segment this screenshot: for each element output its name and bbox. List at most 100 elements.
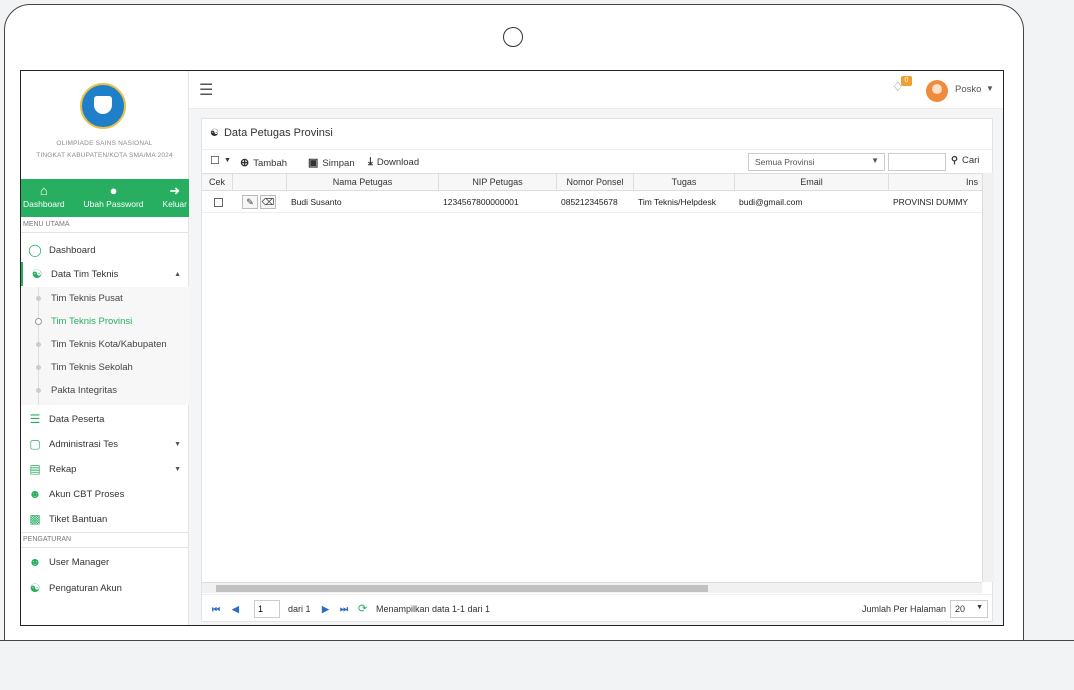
- sidebar-item-pengaturan-akun[interactable]: ☯ Pengaturan Akun: [21, 576, 189, 600]
- search-input[interactable]: [888, 153, 946, 171]
- bullet-icon: [36, 296, 41, 301]
- team-icon: ☯: [31, 267, 43, 281]
- province-filter-select[interactable]: Semua Provinsi ▼: [748, 153, 885, 171]
- sidebar-item-label: Dashboard: [49, 244, 96, 256]
- pager-info: Menampilkan data 1-1 dari 1: [376, 604, 491, 614]
- logout-button[interactable]: ➜ Keluar: [162, 183, 187, 217]
- quick-dashboard-button[interactable]: ⌂ Dashboard: [23, 183, 65, 217]
- save-button[interactable]: ▣ Simpan: [308, 156, 355, 169]
- sidebar-subitem-pusat[interactable]: Tim Teknis Pusat: [21, 287, 189, 310]
- column-header[interactable]: NIP Petugas: [439, 174, 557, 191]
- sidebar-item-tiket-bantuan[interactable]: ▩ Tiket Bantuan: [21, 507, 189, 531]
- logout-icon: ➜: [169, 183, 181, 198]
- toolbar: ☐ ▼ ⊕ Tambah ▣ Simpan ⤓ Download Semua Prov…: [202, 149, 994, 173]
- column-header[interactable]: Cek: [202, 174, 233, 191]
- column-header[interactable]: Nomor Ponsel: [557, 174, 634, 191]
- bullet-icon: [36, 365, 41, 370]
- users-icon: ☯: [210, 128, 219, 139]
- sidebar: OLIMPIADE SAINS NASIONAL TINGKAT KABUPAT…: [21, 71, 189, 625]
- panel-title: ☯ Data Petugas Provinsi: [210, 127, 333, 139]
- column-header[interactable]: Tugas: [634, 174, 735, 191]
- sidebar-item-label: Data Tim Teknis: [51, 268, 119, 280]
- dashboard-icon: ◯: [28, 243, 42, 257]
- edit-icon[interactable]: ✎: [242, 195, 258, 209]
- sidebar-subitem-provinsi[interactable]: Tim Teknis Provinsi: [21, 310, 189, 333]
- sidebar-subitem-kota[interactable]: Tim Teknis Kota/Kabupaten: [21, 333, 189, 356]
- sidebar-subitem-label: Pakta Integritas: [51, 385, 118, 396]
- horizontal-scrollbar[interactable]: [202, 582, 982, 593]
- camera-icon: [503, 27, 523, 47]
- sidebar-item-data-peserta[interactable]: ☰ Data Peserta: [21, 407, 189, 431]
- divider: [21, 532, 189, 533]
- change-password-button[interactable]: ● Ubah Password: [84, 183, 144, 217]
- sidebar-item-label: Akun CBT Proses: [49, 488, 125, 500]
- topbar: ☰ ♢ 0 Posko ▼: [189, 71, 1003, 109]
- row-checkbox[interactable]: [214, 198, 223, 207]
- add-button[interactable]: ⊕ Tambah: [240, 156, 287, 169]
- save-icon: ▣: [308, 157, 319, 169]
- panel-title-text: Data Petugas Provinsi: [223, 127, 333, 139]
- search-button[interactable]: ⚲ Cari: [951, 155, 979, 166]
- cell-instansi: PROVINSI DUMMY: [893, 197, 969, 207]
- vertical-scrollbar[interactable]: [982, 173, 994, 582]
- download-button-label: Download: [376, 157, 420, 168]
- download-button[interactable]: ⤓ Download: [368, 156, 419, 169]
- sidebar-item-label: Pengaturan Akun: [49, 582, 122, 594]
- first-page-icon[interactable]: ⏮: [212, 604, 220, 615]
- sidebar-item-user-manager[interactable]: ☻ User Manager: [21, 550, 189, 574]
- chevron-down-icon[interactable]: ▼: [224, 157, 231, 164]
- refresh-icon[interactable]: ⟳: [358, 602, 367, 615]
- prev-page-icon[interactable]: ◀: [232, 604, 239, 615]
- participants-icon: ☰: [29, 412, 41, 426]
- trash-icon[interactable]: ⌫: [260, 195, 276, 209]
- sidebar-item-label: Rekap: [49, 463, 77, 475]
- divider: [21, 232, 189, 233]
- logo-icon: [80, 83, 126, 129]
- last-page-icon[interactable]: ⏭: [340, 604, 348, 615]
- divider: [21, 547, 189, 548]
- page-count: dari 1: [288, 604, 311, 614]
- app-title: OLIMPIADE SAINS NASIONAL: [56, 140, 153, 147]
- search-icon: ⚲: [951, 155, 958, 166]
- sidebar-item-dashboard[interactable]: ◯ Dashboard: [21, 238, 189, 262]
- column-header[interactable]: Email: [735, 174, 889, 191]
- next-page-icon[interactable]: ▶: [322, 604, 329, 615]
- scrollbar-thumb[interactable]: [216, 585, 708, 592]
- sidebar-item-label: Data Peserta: [49, 413, 105, 425]
- bullet-icon: [36, 388, 41, 393]
- monitor-icon: ▢: [29, 437, 41, 451]
- per-page-value: 20: [955, 604, 966, 614]
- sidebar-item-label: User Manager: [49, 556, 110, 568]
- sidebar-item-data-tim-teknis[interactable]: ☯ Data Tim Teknis ▲: [21, 262, 189, 286]
- user-menu[interactable]: Posko: [955, 84, 981, 95]
- column-header[interactable]: Ins: [889, 174, 982, 191]
- sidebar-item-rekap[interactable]: ▤ Rekap ▼: [21, 457, 189, 481]
- cell-email: budi@gmail.com: [739, 197, 803, 207]
- sidebar-item-administrasi-tes[interactable]: ▢ Administrasi Tes ▼: [21, 432, 189, 456]
- sidebar-item-akun-cbt[interactable]: ☻ Akun CBT Proses: [21, 482, 189, 506]
- bullet-icon: [36, 342, 41, 347]
- save-button-label: Simpan: [322, 158, 355, 169]
- sidebar-subitem-pakta[interactable]: Pakta Integritas: [21, 379, 189, 402]
- page-number-input[interactable]: [254, 600, 280, 618]
- notification-badge: 0: [901, 76, 912, 86]
- section-main-label: MENU UTAMA: [23, 221, 70, 228]
- data-table: Cek Nama Petugas NIP Petugas Nomor Ponse…: [202, 173, 994, 582]
- select-all-checkbox[interactable]: ☐: [210, 154, 220, 167]
- menu-toggle-icon[interactable]: ☰: [199, 80, 213, 100]
- per-page-label: Jumlah Per Halaman: [862, 604, 947, 614]
- chevron-down-icon[interactable]: ▼: [986, 84, 994, 93]
- sidebar-subitem-sekolah[interactable]: Tim Teknis Sekolah: [21, 356, 189, 379]
- user-icon: ☻: [28, 555, 42, 569]
- section-settings-label: PENGATURAN: [23, 536, 72, 543]
- ticket-icon: ▩: [29, 512, 41, 526]
- pagination: ⏮ ◀ dari 1 ▶ ⏭ ⟳ Menampilkan data 1-1 da…: [202, 594, 994, 623]
- column-header[interactable]: Nama Petugas: [287, 174, 439, 191]
- per-page-select[interactable]: 20 ▼: [950, 600, 988, 618]
- chevron-down-icon: ▼: [871, 156, 879, 165]
- sidebar-item-label: Tiket Bantuan: [49, 513, 108, 525]
- device-bottom: [0, 640, 1074, 690]
- avatar[interactable]: [926, 80, 948, 102]
- sidebar-subitem-label: Tim Teknis Sekolah: [51, 362, 133, 373]
- table-row[interactable]: ✎ ⌫ Budi Susanto 1234567800000001 085212…: [202, 191, 982, 213]
